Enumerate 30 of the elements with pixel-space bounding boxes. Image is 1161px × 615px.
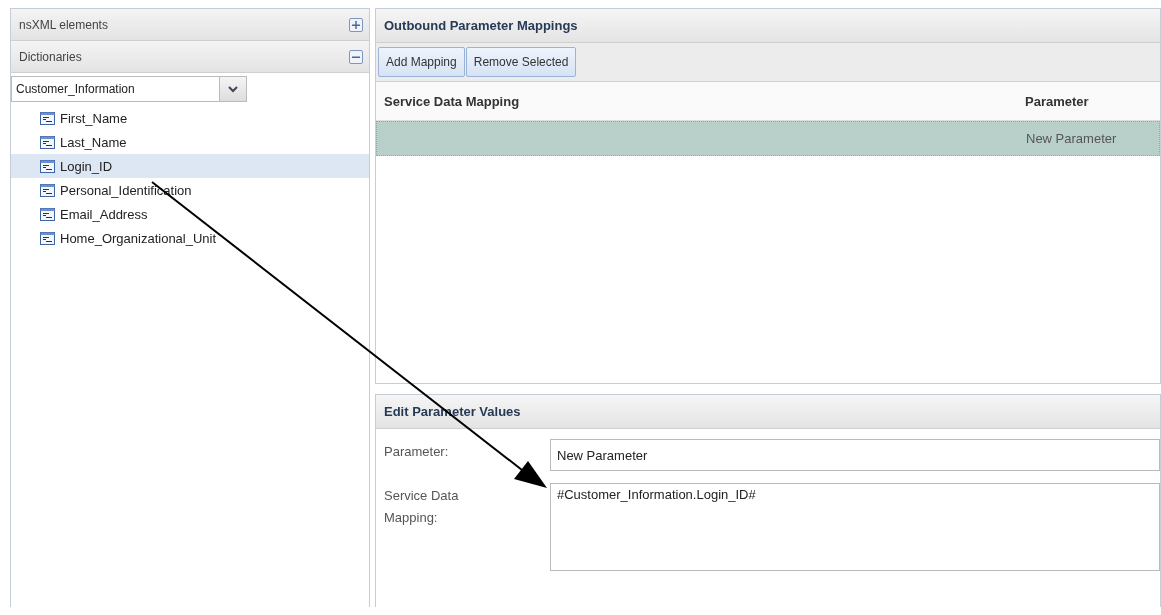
field-label: Parameter: <box>384 443 450 461</box>
tree-item[interactable]: Last_Name <box>11 130 369 154</box>
section-title: nsXML elements <box>19 17 108 32</box>
text-field[interactable]: New Parameter <box>550 439 1160 471</box>
field-icon <box>40 111 55 125</box>
expand-icon[interactable] <box>349 17 363 32</box>
field-icon <box>40 231 55 245</box>
section-title: Dictionaries <box>19 49 82 64</box>
dictionary-dropdown[interactable]: Customer_Information <box>11 76 247 102</box>
tree-item[interactable]: Home_Organizational_Unit <box>11 226 369 250</box>
section-header[interactable]: nsXML elements <box>11 9 369 41</box>
tree-item[interactable]: Login_ID <box>11 154 369 178</box>
panel-header: Outbound Parameter Mappings <box>376 9 1160 43</box>
tree-item[interactable]: Email_Address <box>11 202 369 226</box>
text-area[interactable]: #Customer_Information.Login_ID# <box>550 483 1160 571</box>
column-header[interactable]: Parameter <box>1017 93 1160 109</box>
field-icon <box>40 207 55 221</box>
field-icon <box>40 183 55 197</box>
tree-item[interactable]: First_Name <box>11 106 369 130</box>
field-icon <box>40 135 55 149</box>
field-label: Service Data Mapping: <box>384 487 460 527</box>
toolbar-button[interactable]: Remove Selected <box>465 47 577 77</box>
table-cell-text: New Parameter <box>1025 131 1118 146</box>
field-icon <box>40 159 55 173</box>
toolbar-button[interactable]: Add Mapping <box>378 47 465 77</box>
table-row[interactable]: New Parameter <box>376 121 1160 156</box>
collapse-icon[interactable] <box>349 49 363 64</box>
column-header[interactable]: Service Data Mapping <box>376 93 1017 109</box>
caret-icon[interactable] <box>219 77 246 101</box>
section-header[interactable]: Dictionaries <box>11 41 369 73</box>
